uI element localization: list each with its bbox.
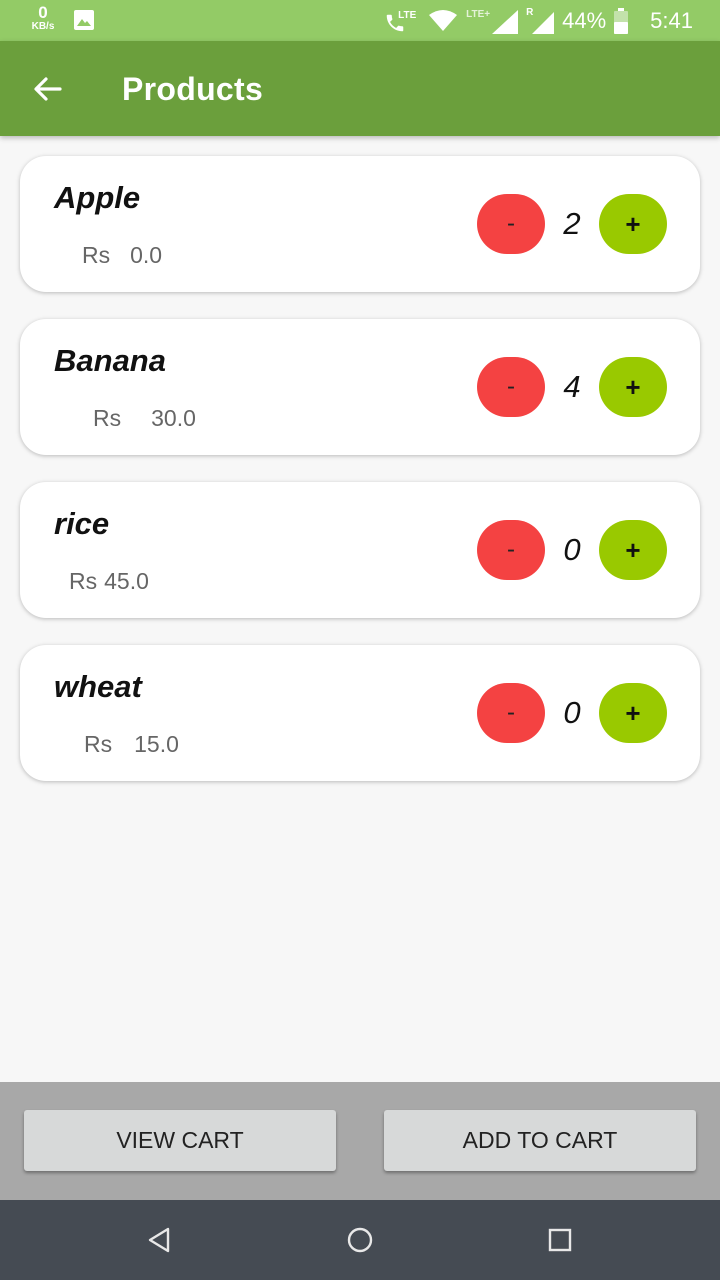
quantity-value: 0 bbox=[563, 532, 581, 567]
network-speed-unit: KB/s bbox=[31, 21, 55, 32]
product-currency: Rs bbox=[84, 731, 113, 757]
product-price: Rs 15.0 bbox=[84, 731, 179, 758]
app-bar: Products bbox=[0, 41, 720, 136]
product-name: Banana bbox=[54, 343, 166, 378]
quantity-value: 2 bbox=[563, 206, 581, 241]
add-to-cart-button[interactable]: ADD TO CART bbox=[384, 1110, 696, 1171]
increase-quantity-button[interactable]: + bbox=[599, 194, 667, 254]
network-speed: 0 KB/s bbox=[30, 4, 56, 32]
battery-percent: 44% bbox=[562, 7, 607, 33]
product-price: Rs 30.0 bbox=[93, 405, 196, 432]
status-bar: 0 KB/s LTE LTE+ R 44% 5:41 bbox=[0, 0, 720, 41]
product-price: Rs 45.0 bbox=[69, 568, 149, 595]
increase-quantity-button[interactable]: + bbox=[599, 357, 667, 417]
product-price-value: 30.0 bbox=[151, 405, 196, 431]
product-price-value: 45.0 bbox=[104, 568, 149, 594]
signal-roaming-icon: R bbox=[526, 7, 555, 35]
product-price: Rs 0.0 bbox=[82, 242, 162, 269]
decrease-quantity-button[interactable]: - bbox=[477, 520, 545, 580]
product-currency: Rs bbox=[93, 405, 122, 431]
view-cart-button[interactable]: VIEW CART bbox=[24, 1110, 336, 1171]
quantity-value: 0 bbox=[563, 695, 581, 730]
increase-quantity-button[interactable]: + bbox=[599, 683, 667, 743]
product-list: Apple Rs 0.0 - 2 + Banana Rs 30.0 - 4 + … bbox=[20, 156, 700, 808]
arrow-left-icon[interactable] bbox=[30, 71, 66, 107]
volte-call-icon: LTE bbox=[384, 8, 420, 34]
page-title: Products bbox=[122, 71, 264, 107]
product-card-apple: Apple Rs 0.0 - 2 + bbox=[20, 156, 700, 292]
home-circle-icon[interactable] bbox=[346, 1226, 374, 1254]
product-price-value: 0.0 bbox=[130, 242, 163, 268]
decrease-quantity-button[interactable]: - bbox=[477, 357, 545, 417]
quantity-value: 4 bbox=[563, 369, 581, 404]
lte-label: LTE bbox=[398, 9, 417, 21]
product-currency: Rs bbox=[69, 568, 98, 594]
product-name: rice bbox=[54, 506, 110, 541]
bottom-action-bar: VIEW CART ADD TO CART bbox=[0, 1082, 720, 1200]
decrease-quantity-button[interactable]: - bbox=[477, 194, 545, 254]
recents-square-icon[interactable] bbox=[546, 1226, 574, 1254]
system-navigation-bar bbox=[0, 1200, 720, 1280]
product-currency: Rs bbox=[82, 242, 111, 268]
increase-quantity-button[interactable]: + bbox=[599, 520, 667, 580]
product-card-wheat: wheat Rs 15.0 - 0 + bbox=[20, 645, 700, 781]
status-icons: LTE LTE+ R 44% 5:41 bbox=[384, 0, 693, 41]
product-card-banana: Banana Rs 30.0 - 4 + bbox=[20, 319, 700, 455]
decrease-quantity-button[interactable]: - bbox=[477, 683, 545, 743]
battery-icon bbox=[614, 7, 629, 34]
signal-icon: LTE+ bbox=[466, 7, 519, 35]
lte-plus-label: LTE+ bbox=[466, 8, 491, 20]
product-price-value: 15.0 bbox=[134, 731, 179, 757]
network-speed-value: 0 bbox=[38, 3, 48, 22]
product-name: Apple bbox=[54, 180, 141, 215]
product-card-rice: rice Rs 45.0 - 0 + bbox=[20, 482, 700, 618]
clock: 5:41 bbox=[650, 7, 693, 33]
back-triangle-icon[interactable] bbox=[146, 1226, 174, 1254]
image-icon bbox=[74, 10, 94, 30]
wifi-icon bbox=[429, 9, 458, 31]
product-name: wheat bbox=[54, 669, 142, 704]
